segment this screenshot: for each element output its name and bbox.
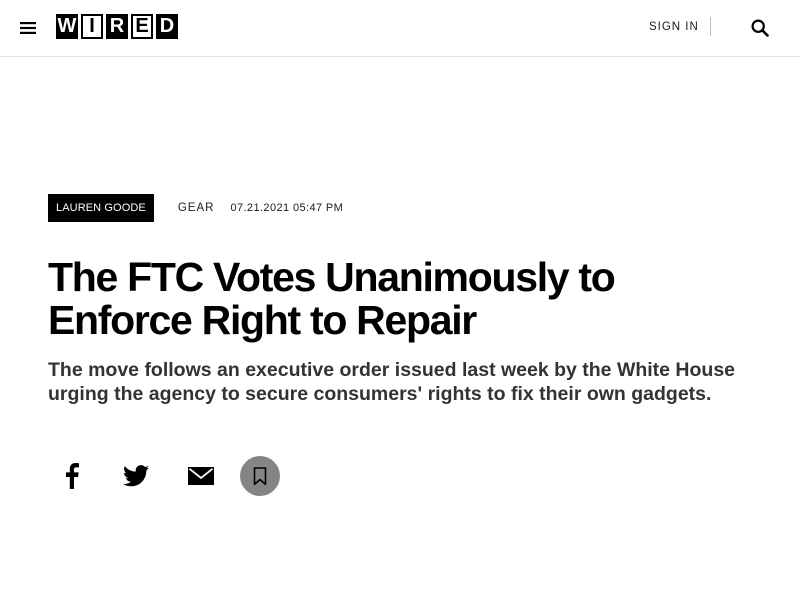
publish-timestamp: 07.21.2021 05:47 PM [230,202,344,214]
article-meta: LAUREN GOODE GEAR 07.21.2021 05:47 PM [48,194,343,222]
share-facebook-button[interactable] [52,456,92,496]
twitter-icon [123,465,149,487]
section-rubric[interactable]: GEAR [178,202,215,214]
author-byline[interactable]: LAUREN GOODE [48,194,154,222]
header-divider [710,17,711,36]
article-headline: The FTC Votes Unanimously to Enforce Rig… [48,254,616,343]
bookmark-icon [253,466,267,485]
logo-letter: I [81,14,103,39]
wired-logo[interactable]: W I R E D [56,14,178,39]
search-icon [751,19,769,37]
hamburger-menu-icon [20,22,36,34]
email-icon [188,467,214,485]
facebook-icon [66,463,79,489]
menu-button[interactable] [18,18,38,38]
search-button[interactable] [750,18,770,38]
logo-letter: E [131,14,153,39]
article-dek: The move follows an executive order issu… [48,359,736,405]
save-story-button[interactable] [240,456,280,496]
sign-in-link[interactable]: SIGN IN [649,21,699,33]
logo-letter: W [56,14,78,39]
logo-letter: D [156,14,178,39]
site-header: W I R E D SIGN IN [0,0,800,57]
share-twitter-button[interactable] [116,456,156,496]
share-email-button[interactable] [181,456,221,496]
logo-letter: R [106,14,128,39]
